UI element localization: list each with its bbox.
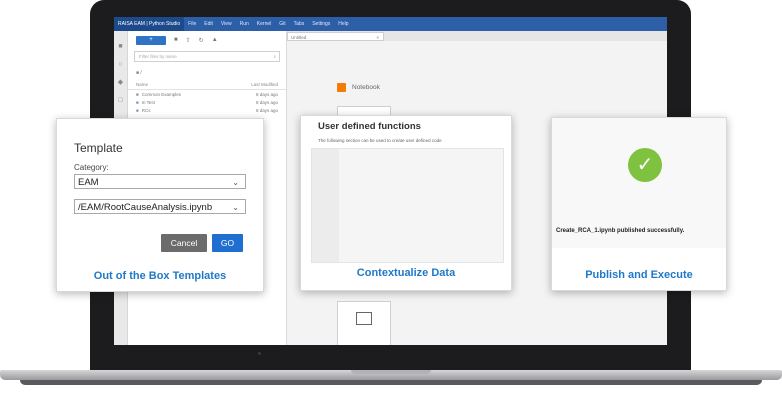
laptop-notch: [351, 370, 431, 374]
menu-tabs[interactable]: Tabs: [294, 21, 305, 27]
menu-file[interactable]: File: [188, 21, 196, 27]
app-title: RAISA EAM | Python Studio: [114, 17, 185, 31]
launcher-section-label: Notebook: [352, 84, 380, 91]
file-list-header: Name Last Modified: [128, 80, 286, 90]
list-item[interactable]: ■ In Test 8 days ago: [128, 98, 286, 106]
category-select[interactable]: EAM ⌄: [74, 174, 246, 189]
card-caption: Publish and Execute: [585, 269, 693, 281]
sensor-dot: [258, 352, 261, 355]
column-last-modified[interactable]: Last Modified: [251, 82, 278, 87]
file-modified: 8 days ago: [255, 107, 278, 113]
tab-bar: Untitled ×: [287, 31, 667, 41]
refresh-icon[interactable]: ↻: [199, 37, 204, 44]
file-name: Common Examples: [141, 91, 181, 97]
card-caption: Out of the Box Templates: [93, 270, 227, 282]
folder-icon: ■: [136, 91, 139, 97]
code-cell[interactable]: [311, 148, 504, 263]
git-clone-icon[interactable]: ▲: [212, 37, 218, 43]
menu-edit[interactable]: Edit: [204, 21, 213, 27]
new-folder-icon[interactable]: ■: [174, 37, 178, 43]
close-icon[interactable]: ×: [376, 33, 379, 42]
go-button[interactable]: GO: [212, 234, 243, 252]
folder-icon[interactable]: ■: [117, 43, 124, 50]
file-browser-toolbar: + ■ ⇧ ↻ ▲: [128, 31, 286, 49]
category-label: Category:: [74, 163, 109, 172]
menu-view[interactable]: View: [221, 21, 232, 27]
section-title: User defined functions: [318, 121, 421, 132]
success-check-icon: ✓: [628, 148, 662, 182]
list-item[interactable]: ■ RCs 8 days ago: [128, 106, 286, 114]
publish-card: ✓ Create_RCA_1.ipynb published successfu…: [551, 117, 727, 291]
publish-success-message: Create_RCA_1.ipynb published successfull…: [556, 228, 685, 234]
menu-settings[interactable]: Settings: [312, 21, 330, 27]
list-item[interactable]: ■ Common Examples 8 days ago: [128, 90, 286, 98]
section-description: The following section can be used to cre…: [318, 138, 442, 143]
launcher-notebook-heading: Notebook: [337, 83, 380, 92]
cancel-button[interactable]: Cancel: [161, 234, 207, 252]
file-modified: 8 days ago: [255, 91, 278, 97]
file-name: In Test: [141, 99, 155, 105]
template-file-select[interactable]: /EAM/RootCauseAnalysis.ipynb ⌄: [74, 199, 246, 214]
title-bar: RAISA EAM | Python Studio File Edit View…: [114, 17, 667, 31]
tab-label: Untitled: [291, 35, 307, 40]
template-file-value: /EAM/RootCauseAnalysis.ipynb: [78, 202, 213, 213]
notebook-icon: [337, 83, 346, 92]
line-number-gutter: [312, 149, 339, 262]
category-value: EAM: [78, 177, 99, 188]
template-dialog-card: Template Category: EAM ⌄ /EAM/RootCauseA…: [56, 118, 264, 292]
dialog-title: Template: [74, 141, 123, 155]
tab-untitled[interactable]: Untitled ×: [287, 32, 384, 41]
column-name[interactable]: Name: [136, 82, 251, 87]
user-functions-card: User defined functions The following sec…: [300, 115, 512, 291]
menu-git[interactable]: Git: [279, 21, 285, 27]
git-icon[interactable]: ◆: [117, 79, 124, 86]
file-search-placeholder: Filter files by name: [139, 54, 177, 59]
folder-icon: ■: [136, 107, 139, 113]
menu-help[interactable]: Help: [338, 21, 348, 27]
file-modified: 8 days ago: [255, 99, 278, 105]
screen-bezel-bottom: [114, 345, 667, 370]
file-name: RCs: [141, 107, 151, 113]
search-icon: ⌕: [273, 54, 276, 59]
laptop-base-edge: [20, 380, 762, 385]
running-icon[interactable]: ○: [117, 61, 124, 68]
upload-icon[interactable]: ⇧: [186, 37, 191, 44]
extensions-icon[interactable]: □: [117, 97, 124, 104]
file-search-input[interactable]: Filter files by name ⌕: [134, 51, 280, 62]
chevron-down-icon: ⌄: [232, 203, 239, 212]
help-icon: [356, 312, 372, 325]
menu-kernel[interactable]: Kernel: [257, 21, 271, 27]
menu-run[interactable]: Run: [240, 21, 249, 27]
card-caption: Contextualize Data: [356, 267, 456, 279]
folder-icon: ■: [136, 99, 139, 105]
chevron-down-icon: ⌄: [232, 178, 239, 187]
breadcrumb[interactable]: ■ /: [128, 64, 286, 80]
new-launcher-button[interactable]: +: [136, 35, 166, 45]
